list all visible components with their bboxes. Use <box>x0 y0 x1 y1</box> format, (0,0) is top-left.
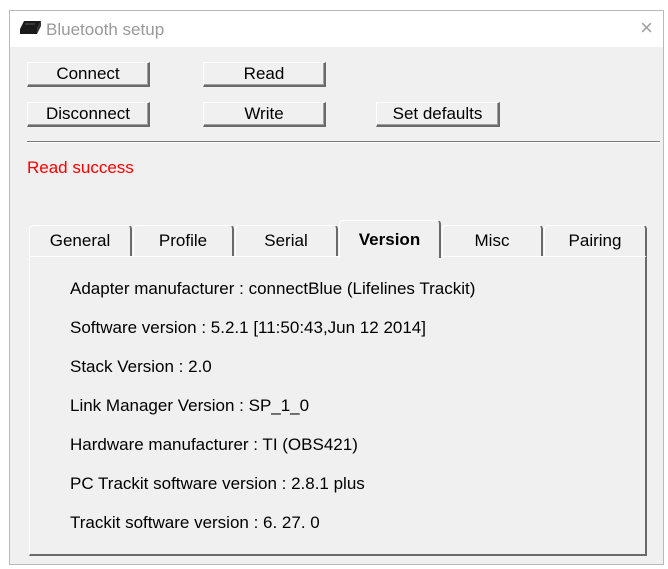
tab-profile[interactable]: Profile <box>133 225 234 257</box>
trackit-version-text: Trackit software version : 6. 27. 0 <box>70 513 320 532</box>
disconnect-button[interactable]: Disconnect <box>27 102 150 127</box>
link-manager-version-text: Link Manager Version : SP_1_0 <box>70 396 310 415</box>
hardware-manufacturer-text: Hardware manufacturer : TI (OBS421) <box>70 435 358 454</box>
software-version-text: Software version : 5.2.1 [11:50:43,Jun 1… <box>70 318 426 337</box>
tab-general[interactable]: General <box>29 225 132 257</box>
read-button[interactable]: Read <box>203 62 326 87</box>
close-icon[interactable]: × <box>640 16 653 40</box>
version-panel: Adapter manufacturer : connectBlue (Life… <box>29 256 647 556</box>
adapter-manufacturer-text: Adapter manufacturer : connectBlue (Life… <box>70 279 476 298</box>
status-message: Read success <box>27 158 134 177</box>
tab-serial[interactable]: Serial <box>235 225 338 257</box>
tab-version[interactable]: Version <box>339 220 441 258</box>
bluetooth-device-icon <box>20 21 41 34</box>
pc-trackit-version-text: PC Trackit software version : 2.8.1 plus <box>70 474 365 493</box>
tab-pairing[interactable]: Pairing <box>544 225 647 257</box>
tab-misc[interactable]: Misc <box>442 225 543 257</box>
title-bar: Bluetooth setup × <box>10 11 663 47</box>
set-defaults-button[interactable]: Set defaults <box>376 102 500 127</box>
bluetooth-setup-window: Bluetooth setup × Connect Read Disconnec… <box>9 10 664 565</box>
write-button[interactable]: Write <box>203 102 326 127</box>
stack-version-text: Stack Version : 2.0 <box>70 357 212 376</box>
toolbar-separator <box>27 141 660 143</box>
window-title: Bluetooth setup <box>46 20 165 39</box>
connect-button[interactable]: Connect <box>27 62 150 87</box>
